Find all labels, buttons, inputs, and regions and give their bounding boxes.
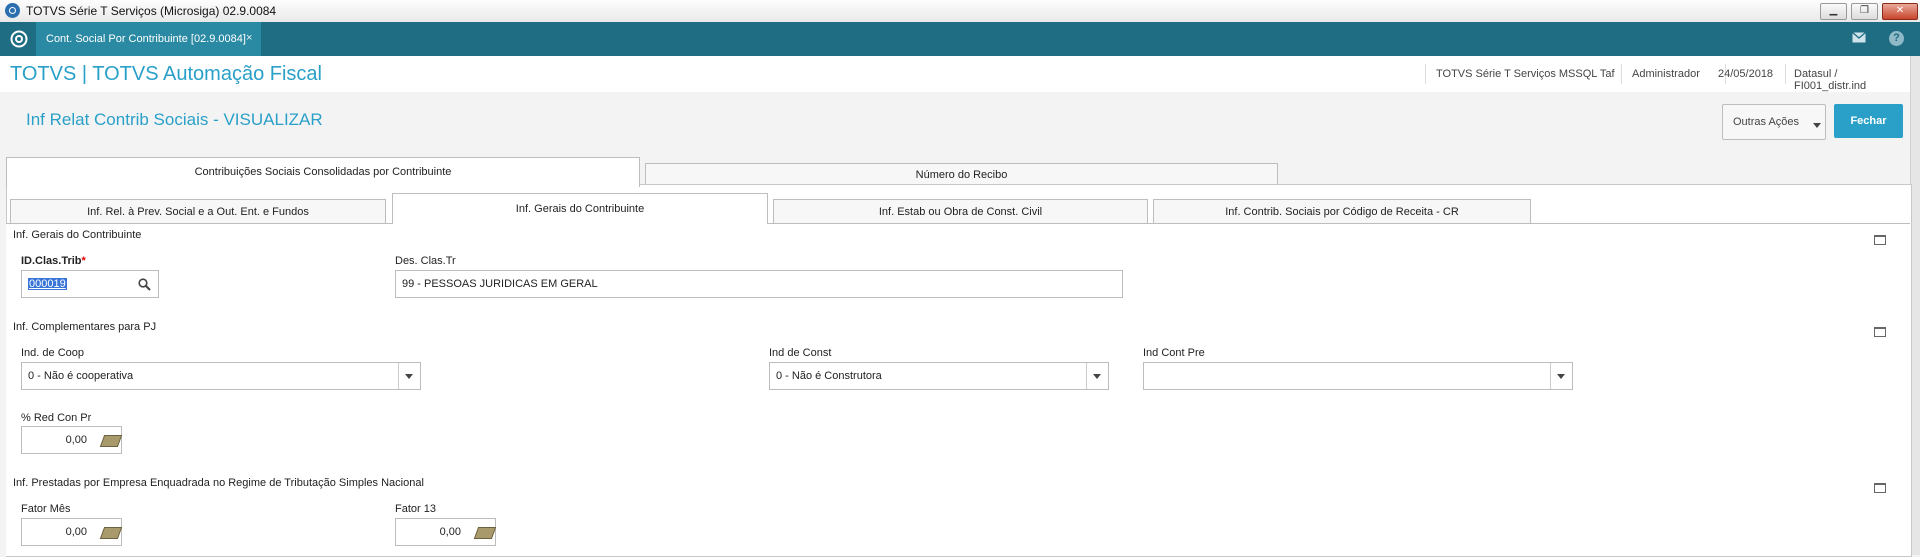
tab-inf-gerais-contribuinte[interactable]: Inf. Gerais do Contribuinte xyxy=(392,193,768,224)
mail-icon[interactable] xyxy=(1852,32,1866,43)
section-title-complementares: Inf. Complementares para PJ xyxy=(13,321,157,333)
page-titlebar: Inf Relat Contrib Sociais - VISUALIZAR O… xyxy=(0,92,1910,152)
close-button[interactable]: Fechar xyxy=(1834,104,1903,138)
section-title-gerais: Inf. Gerais do Contribuinte xyxy=(13,229,142,241)
tab-cont-social[interactable]: Cont. Social Por Contribuinte [02.9.0084… xyxy=(36,22,261,56)
ind-const-label: Ind de Const xyxy=(769,347,832,359)
divider xyxy=(1621,64,1622,84)
required-marker: * xyxy=(81,255,86,267)
page-title: Inf Relat Contrib Sociais - VISUALIZAR xyxy=(26,110,323,129)
chevron-down-icon[interactable] xyxy=(1550,363,1572,389)
ind-coop-label: Ind. de Coop xyxy=(21,347,84,359)
fator-mes-value: 0,00 xyxy=(65,526,87,538)
more-actions-label: Outras Ações xyxy=(1733,116,1800,128)
des-clas-tr-label: Des. Clas.Tr xyxy=(395,255,456,267)
tab-close-icon[interactable]: × xyxy=(246,32,252,44)
ind-coop-select[interactable]: 0 - Não é cooperativa xyxy=(21,362,421,390)
fator-13-value: 0,00 xyxy=(439,526,461,538)
des-clas-tr-field[interactable]: 99 - PESSOAS JURIDICAS EM GERAL xyxy=(395,270,1123,298)
section-title-simples-nacional: Inf. Prestadas por Empresa Enquadrada no… xyxy=(13,477,424,489)
collapse-icon[interactable] xyxy=(1874,483,1886,493)
id-clas-trib-label-text: ID.Clas.Trib xyxy=(21,255,82,267)
red-con-pr-value: 0,00 xyxy=(65,434,87,446)
ind-const-select[interactable]: 0 - Não é Construtora xyxy=(769,362,1109,390)
id-clas-trib-label: ID.Clas.Trib* xyxy=(21,255,86,267)
app-tabbar: Cont. Social Por Contribuinte [02.9.0084… xyxy=(0,22,1920,56)
search-icon[interactable] xyxy=(138,278,151,291)
chevron-down-icon[interactable] xyxy=(1086,363,1108,389)
app-icon xyxy=(5,3,20,18)
minimize-button[interactable]: ▁ xyxy=(1820,3,1847,20)
help-icon[interactable]: ? xyxy=(1889,31,1904,46)
tab-inf-estab-obra[interactable]: Inf. Estab ou Obra de Const. Civil xyxy=(773,199,1148,225)
divider xyxy=(1785,64,1786,84)
fator-mes-input[interactable]: 0,00 xyxy=(21,518,123,546)
calculator-icon[interactable] xyxy=(473,527,497,539)
app-header: TOTVS | TOTVS Automação Fiscal TOTVS Sér… xyxy=(0,56,1910,93)
user-label: Administrador xyxy=(1632,68,1700,80)
fator-mes-label: Fator Mês xyxy=(21,503,71,515)
tab-inf-rel-prev-social[interactable]: Inf. Rel. à Prev. Social e a Out. Ent. e… xyxy=(10,199,386,225)
divider xyxy=(1425,64,1426,84)
calculator-icon[interactable] xyxy=(99,435,123,447)
red-con-pr-input[interactable]: 0,00 xyxy=(21,426,123,454)
ind-cont-pre-label: Ind Cont Pre xyxy=(1143,347,1205,359)
id-clas-trib-input[interactable]: 000019 xyxy=(21,270,159,298)
ind-cont-pre-select[interactable] xyxy=(1143,362,1573,390)
ind-const-value: 0 - Não é Construtora xyxy=(776,370,882,382)
fator-13-label: Fator 13 xyxy=(395,503,436,515)
window-title: TOTVS Série T Serviços (Microsiga) 02.9.… xyxy=(26,4,277,18)
collapse-icon[interactable] xyxy=(1874,235,1886,245)
red-con-pr-label: % Red Con Pr xyxy=(21,412,92,424)
maximize-button[interactable]: ❐ xyxy=(1851,3,1878,20)
fator-13-input[interactable]: 0,00 xyxy=(395,518,497,546)
calculator-icon[interactable] xyxy=(99,527,123,539)
environment-label: TOTVS Série T Serviços MSSQL Taf xyxy=(1436,68,1615,80)
chevron-down-icon[interactable] xyxy=(398,363,420,389)
collapse-icon[interactable] xyxy=(1874,327,1886,337)
id-clas-trib-value: 000019 xyxy=(28,278,67,290)
company-label: Datasul / FI001_distr.ind xyxy=(1794,68,1867,92)
tab-inf-contrib-codigo-receita[interactable]: Inf. Contrib. Sociais por Código de Rece… xyxy=(1153,199,1531,225)
date-label: 24/05/2018 xyxy=(1718,68,1774,80)
chevron-down-icon xyxy=(1813,123,1821,128)
more-actions-button[interactable]: Outras Ações xyxy=(1722,104,1826,140)
close-window-button[interactable]: ✕ xyxy=(1882,3,1918,20)
des-clas-tr-value: 99 - PESSOAS JURIDICAS EM GERAL xyxy=(402,278,598,290)
tab-contribuicoes-consolidadas[interactable]: Contribuições Sociais Consolidadas por C… xyxy=(6,157,640,187)
totvs-logo-icon[interactable] xyxy=(10,30,28,48)
ind-coop-value: 0 - Não é cooperativa xyxy=(28,370,134,382)
brand-title: TOTVS | TOTVS Automação Fiscal xyxy=(10,63,322,85)
window-titlebar: TOTVS Série T Serviços (Microsiga) 02.9.… xyxy=(0,0,1920,23)
tab-label: Cont. Social Por Contribuinte [02.9.0084… xyxy=(46,33,246,45)
